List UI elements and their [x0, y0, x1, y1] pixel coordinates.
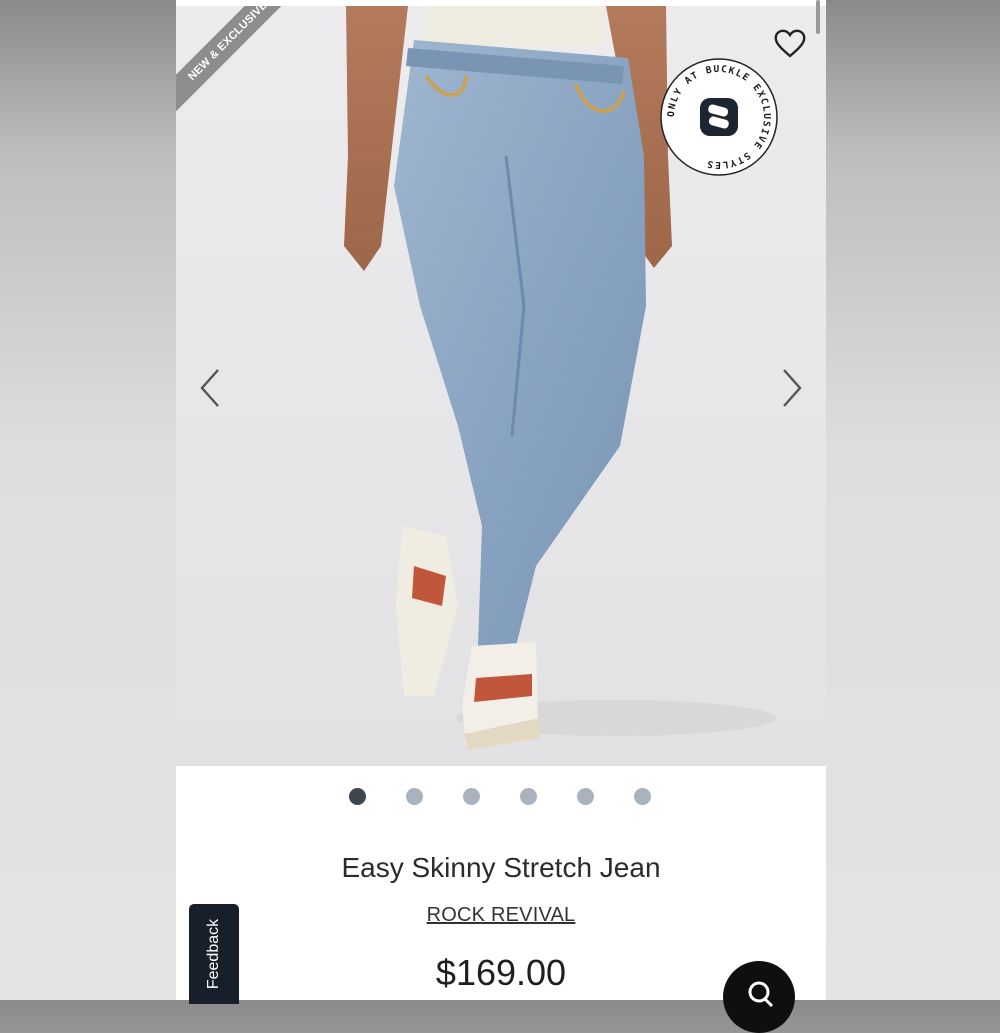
carousel-dot[interactable] — [520, 788, 537, 805]
scrollbar-thumb[interactable] — [816, 0, 820, 34]
chevron-right-icon[interactable] — [774, 364, 810, 412]
feedback-label: Feedback — [205, 918, 222, 990]
feedback-tab[interactable]: Feedback — [189, 904, 239, 1004]
search-button[interactable] — [723, 961, 795, 1033]
exclusive-styles-badge: ONLY AT BUCKLE EXCLUSIVE STYLES — [658, 56, 780, 178]
chevron-left-icon[interactable] — [192, 364, 228, 412]
product-page: NEW & EXCLUSIVE ONLY AT BUCKLE EXCLUSIVE… — [176, 0, 826, 1000]
carousel-dot[interactable] — [577, 788, 594, 805]
carousel-dot[interactable] — [463, 788, 480, 805]
product-image-carousel[interactable]: NEW & EXCLUSIVE ONLY AT BUCKLE EXCLUSIVE… — [176, 6, 826, 766]
carousel-dot[interactable] — [349, 788, 366, 805]
carousel-pagination — [176, 788, 826, 806]
carousel-dot[interactable] — [634, 788, 651, 805]
search-icon — [748, 981, 774, 1008]
carousel-dot[interactable] — [406, 788, 423, 805]
brand-link[interactable]: ROCK REVIVAL — [176, 904, 826, 927]
product-title: Easy Skinny Stretch Jean — [341, 852, 661, 883]
